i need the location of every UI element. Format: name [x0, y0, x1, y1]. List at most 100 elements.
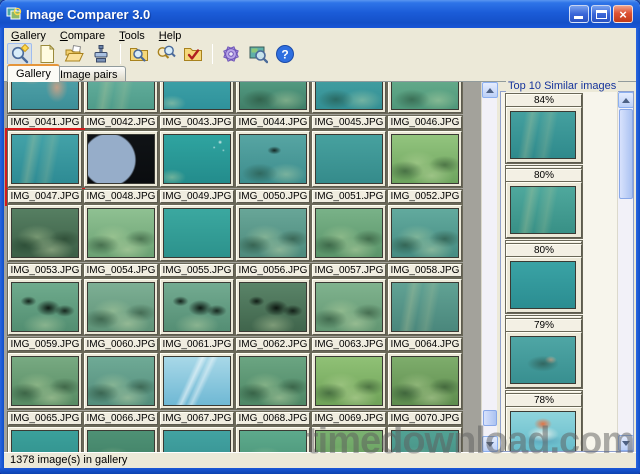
gallery-thumbnail-IMG_0048.JPG[interactable]: IMG_0048.JPG	[84, 131, 158, 203]
thumbnail-frame	[160, 353, 234, 409]
gallery-thumbnail-IMG_0049.JPG[interactable]: IMG_0049.JPG	[160, 131, 234, 203]
thumbnail-image	[239, 82, 307, 110]
thumbnail-frame	[8, 205, 82, 261]
thumbnail-frame	[160, 205, 234, 261]
tab-gallery[interactable]: Gallery	[7, 64, 60, 82]
thumbnail-image	[163, 282, 231, 332]
gallery-thumbnail-IMG_0051.JPG[interactable]: IMG_0051.JPG	[312, 131, 386, 203]
gallery-thumbnail-IMG_0058.JPG[interactable]: IMG_0058.JPG	[388, 205, 462, 277]
menu-help[interactable]: Help	[152, 29, 189, 43]
gallery-thumbnail-IMG_0064.JPG[interactable]: IMG_0064.JPG	[388, 279, 462, 351]
gallery-thumbnail-IMG_0045.JPG[interactable]: IMG_0045.JPG	[312, 82, 386, 129]
gallery-grid: IMG_0041.JPGIMG_0042.JPGIMG_0043.JPGIMG_…	[4, 82, 481, 452]
menu-compare[interactable]: Compare	[53, 29, 112, 43]
gallery-thumbnail-IMG_0068.JPG[interactable]: IMG_0068.JPG	[236, 353, 310, 425]
gallery-thumbnail-IMG_0050.JPG[interactable]: IMG_0050.JPG	[236, 131, 310, 203]
tab-bar: Gallery Image pairs	[4, 64, 636, 81]
window-border-bottom	[0, 468, 640, 474]
new-page-icon[interactable]	[34, 43, 59, 65]
folder-check-icon[interactable]	[180, 43, 205, 65]
maximize-icon[interactable]	[591, 5, 611, 23]
thumbnail-image	[239, 208, 307, 258]
gallery-thumbnail-IMG_0065.JPG[interactable]: IMG_0065.JPG	[8, 353, 82, 425]
thumbnail-image	[315, 356, 383, 406]
gallery-thumbnail-IMG_0047.JPG[interactable]: IMG_0047.JPG	[8, 131, 82, 203]
gallery-scrollbar-thumb[interactable]	[483, 410, 497, 426]
thumbnail-frame	[160, 279, 234, 335]
gallery-thumbnail-IMG_0053.JPG[interactable]: IMG_0053.JPG	[8, 205, 82, 277]
clamp-icon[interactable]	[88, 43, 113, 65]
thumbnail-frame	[388, 205, 462, 261]
gallery-thumbnail-IMG_0052.JPG[interactable]: IMG_0052.JPG	[388, 131, 462, 203]
gallery-thumbnail-partial[interactable]	[236, 427, 310, 452]
thumbnail-filename: IMG_0069.JPG	[312, 412, 386, 425]
gallery-thumbnail-IMG_0055.JPG[interactable]: IMG_0055.JPG	[160, 205, 234, 277]
thumbnail-frame	[8, 279, 82, 335]
gallery-thumbnail-IMG_0063.JPG[interactable]: IMG_0063.JPG	[312, 279, 386, 351]
similar-scrollbar-thumb[interactable]	[619, 109, 633, 199]
thumbnail-frame	[84, 205, 158, 261]
gallery-thumbnail-IMG_0069.JPG[interactable]: IMG_0069.JPG	[312, 353, 386, 425]
dual-magnifier-icon[interactable]	[153, 43, 178, 65]
folder-search-icon[interactable]	[126, 43, 151, 65]
gallery-thumbnail-IMG_0041.JPG[interactable]: IMG_0041.JPG	[8, 82, 82, 129]
gallery-thumbnail-IMG_0070.JPG[interactable]: IMG_0070.JPG	[388, 353, 462, 425]
gallery-thumbnail-IMG_0042.JPG[interactable]: IMG_0042.JPG	[84, 82, 158, 129]
menu-gallery[interactable]: Gallery	[4, 29, 53, 43]
thumbnail-frame	[312, 82, 386, 113]
gallery-thumbnail-IMG_0062.JPG[interactable]: IMG_0062.JPG	[236, 279, 310, 351]
thumbnail-frame	[388, 131, 462, 187]
thumbnail-image	[87, 82, 155, 110]
gallery-thumbnail-IMG_0043.JPG[interactable]: IMG_0043.JPG	[160, 82, 234, 129]
gallery-thumbnail-IMG_0066.JPG[interactable]: IMG_0066.JPG	[84, 353, 158, 425]
thumbnail-frame	[388, 279, 462, 335]
thumbnail-frame	[506, 332, 582, 388]
thumbnail-filename: IMG_0045.JPG	[312, 116, 386, 129]
open-folder-icon[interactable]	[61, 43, 86, 65]
title-bar[interactable]: Image Comparer 3.0 ×	[0, 0, 640, 28]
scroll-down-icon[interactable]	[482, 436, 498, 452]
close-icon[interactable]: ×	[613, 5, 633, 23]
photo-search-icon[interactable]	[245, 43, 270, 65]
similar-item-IMG_0133.JPG[interactable]: 80%IMG_0133.JPG	[506, 244, 582, 329]
thumbnail-filename: IMG_0043.JPG	[160, 116, 234, 129]
thumbnail-image	[391, 134, 459, 184]
gallery-thumbnail-partial[interactable]	[312, 427, 386, 452]
similar-item-IMG_0146.JPG[interactable]: 79%IMG_0146.JPG	[506, 319, 582, 404]
gallery-thumbnail-IMG_0046.JPG[interactable]: IMG_0046.JPG	[388, 82, 462, 129]
thumbnail-frame	[84, 279, 158, 335]
gallery-thumbnail-IMG_0060.JPG[interactable]: IMG_0060.JPG	[84, 279, 158, 351]
scroll-down-icon[interactable]	[618, 435, 634, 451]
scroll-up-icon[interactable]	[618, 92, 634, 108]
thumbnail-image	[391, 356, 459, 406]
thumbnail-filename: IMG_0063.JPG	[312, 338, 386, 351]
menu-tools[interactable]: Tools	[112, 29, 152, 43]
similar-item-IMG_0043.JPG[interactable]: 80%IMG_0043.JPG	[506, 169, 582, 254]
gallery-tab-page: IMG_0041.JPGIMG_0042.JPGIMG_0043.JPGIMG_…	[4, 82, 636, 452]
scroll-up-icon[interactable]	[482, 82, 498, 98]
gallery-thumbnail-IMG_0067.JPG[interactable]: IMG_0067.JPG	[160, 353, 234, 425]
gallery-thumbnail-IMG_0057.JPG[interactable]: IMG_0057.JPG	[312, 205, 386, 277]
tab-image-pairs[interactable]: Image pairs	[51, 66, 126, 81]
similar-item-IMG_0130.JPG[interactable]: 84%IMG_0130.JPG	[506, 94, 582, 179]
thumbnail-image	[315, 82, 383, 110]
similar-images-panel: Top 10 Similar images 84%IMG_0130.JPG80%…	[498, 82, 636, 452]
gallery-thumbnail-IMG_0054.JPG[interactable]: IMG_0054.JPG	[84, 205, 158, 277]
gallery-thumbnail-partial[interactable]	[388, 427, 462, 452]
thumbnail-image	[87, 356, 155, 406]
gallery-thumbnail-partial[interactable]	[8, 427, 82, 452]
magnifier-badge-icon[interactable]	[7, 43, 32, 65]
gallery-thumbnail-IMG_0044.JPG[interactable]: IMG_0044.JPG	[236, 82, 310, 129]
gallery-thumbnail-IMG_0056.JPG[interactable]: IMG_0056.JPG	[236, 205, 310, 277]
thumbnail-image	[315, 430, 383, 452]
gallery-thumbnail-IMG_0061.JPG[interactable]: IMG_0061.JPG	[160, 279, 234, 351]
help-icon[interactable]: ?	[272, 43, 297, 65]
similar-item[interactable]: 78%	[506, 394, 582, 452]
gallery-scrollbar[interactable]	[481, 82, 497, 452]
gallery-thumbnail-partial[interactable]	[84, 427, 158, 452]
similar-panel-scrollbar[interactable]	[617, 92, 633, 451]
gear-icon[interactable]	[218, 43, 243, 65]
minimize-icon[interactable]	[569, 5, 589, 23]
gallery-thumbnail-partial[interactable]	[160, 427, 234, 452]
gallery-thumbnail-IMG_0059.JPG[interactable]: IMG_0059.JPG	[8, 279, 82, 351]
